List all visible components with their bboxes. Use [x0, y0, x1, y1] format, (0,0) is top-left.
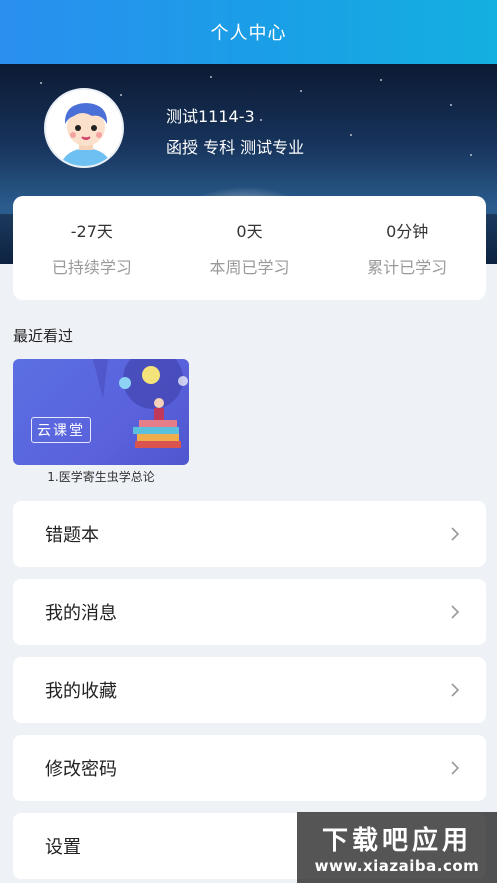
stat-continuous: -27天 已持续学习: [13, 196, 171, 300]
recent-section-title: 最近看过: [13, 327, 74, 345]
recent-course-thumbnail[interactable]: 云课堂: [13, 359, 189, 465]
thumbnail-brand-tag: 云课堂: [31, 417, 91, 443]
user-name: 测试1114-3: [166, 107, 255, 126]
page-title: 个人中心: [210, 23, 287, 44]
avatar[interactable]: [44, 88, 124, 168]
study-stats-card: -27天 已持续学习 0天 本周已学习 0分钟 累计已学习: [13, 196, 486, 300]
menu-item-favorites[interactable]: 我的收藏: [13, 657, 486, 723]
stat-this-week: 0天 本周已学习: [171, 196, 329, 300]
watermark-url: www.xiazaiba.com: [314, 857, 480, 875]
stat-label: 累计已学习: [367, 258, 448, 277]
menu-item-messages[interactable]: 我的消息: [13, 579, 486, 645]
watermark: 下载吧应用 www.xiazaiba.com: [297, 812, 497, 883]
menu-item-change-password[interactable]: 修改密码: [13, 735, 486, 801]
menu-item-label: 修改密码: [45, 759, 117, 780]
chevron-right-icon: [448, 683, 462, 697]
chevron-right-icon: [448, 605, 462, 619]
stat-label: 已持续学习: [51, 258, 132, 277]
menu-item-wrong-questions[interactable]: 错题本: [13, 501, 486, 567]
user-program-info: 函授 专科 测试专业: [166, 138, 305, 157]
top-bar: 个人中心: [0, 0, 497, 64]
chevron-right-icon: [448, 761, 462, 775]
stat-total: 0分钟 累计已学习: [328, 196, 486, 300]
chevron-right-icon: [448, 527, 462, 541]
menu-item-label: 错题本: [45, 525, 99, 546]
stat-label: 本周已学习: [209, 258, 290, 277]
stat-value: 0分钟: [386, 222, 429, 241]
stat-value: 0天: [236, 222, 263, 241]
recent-course-title[interactable]: 1.医学寄生虫学总论: [13, 468, 189, 485]
stat-value: -27天: [70, 222, 113, 241]
menu-item-label: 设置: [45, 837, 81, 858]
menu-item-label: 我的收藏: [45, 681, 117, 702]
menu-item-label: 我的消息: [45, 603, 117, 624]
watermark-title: 下载吧应用: [321, 826, 472, 856]
